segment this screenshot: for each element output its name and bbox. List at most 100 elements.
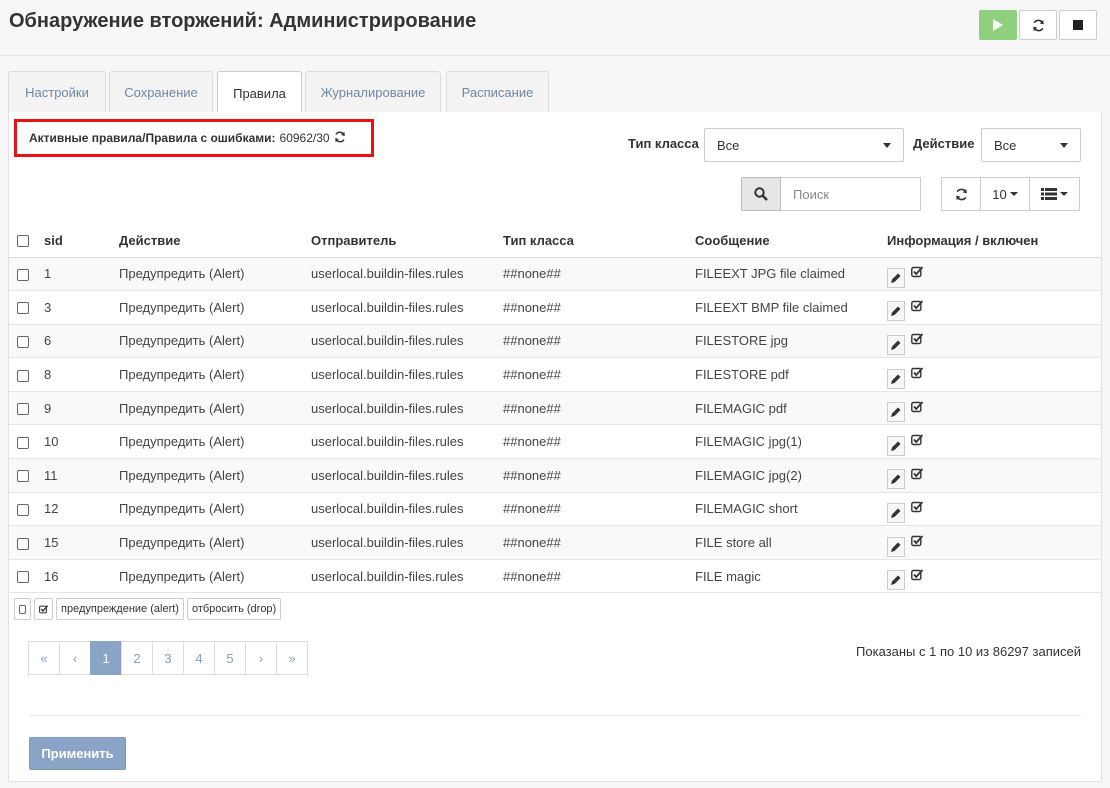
class-type-value: Все xyxy=(717,137,740,153)
refresh-table-button[interactable] xyxy=(941,177,981,211)
page-2[interactable]: 2 xyxy=(121,641,153,675)
check-square-icon[interactable] xyxy=(911,266,924,281)
cell-message: FILEEXT JPG file claimed xyxy=(695,257,887,292)
table-header: sid Действие Отправитель Тип класса Сооб… xyxy=(9,224,1101,258)
table-row[interactable]: 10 Предупредить (Alert) userlocal.buildin-… xyxy=(9,424,1101,460)
row-checkbox[interactable] xyxy=(17,302,29,315)
pagination: « ‹ 1 2 3 4 5 › » xyxy=(28,641,308,675)
edit-icon[interactable] xyxy=(887,368,905,389)
tab-schedule[interactable]: Расписание xyxy=(446,71,549,113)
table-row[interactable]: 11 Предупредить (Alert) userlocal.buildin-… xyxy=(9,458,1101,493)
table-row[interactable]: 15 Предупредить (Alert) userlocal.buildin-… xyxy=(9,525,1101,560)
row-checkbox[interactable] xyxy=(17,571,29,584)
row-checkbox[interactable] xyxy=(17,336,29,349)
cell-message: FILEMAGIC jpg(1) xyxy=(695,424,887,460)
bulk-enable-button[interactable] xyxy=(34,598,53,620)
check-square-icon[interactable] xyxy=(911,401,924,416)
reload-button[interactable] xyxy=(1019,10,1057,40)
cell-message: FILEEXT BMP file claimed xyxy=(695,290,887,325)
edit-icon[interactable] xyxy=(887,435,905,456)
check-square-icon[interactable] xyxy=(911,300,924,315)
bulk-alert-button[interactable]: предупреждение (alert) xyxy=(56,598,184,620)
page-5[interactable]: 5 xyxy=(214,641,246,675)
cell-source: userlocal.buildin-files.rules xyxy=(311,357,503,392)
edit-icon[interactable] xyxy=(887,301,905,322)
cell-action: Предупредить (Alert) xyxy=(119,458,311,493)
check-square-icon[interactable] xyxy=(911,569,924,584)
checkbox-icon xyxy=(19,604,26,614)
check-square-icon[interactable] xyxy=(911,434,924,449)
page-first[interactable]: « xyxy=(28,641,60,675)
search-group xyxy=(741,177,921,211)
edit-icon[interactable] xyxy=(887,469,905,490)
page-3[interactable]: 3 xyxy=(152,641,184,675)
edit-icon[interactable] xyxy=(887,267,905,288)
page-4[interactable]: 4 xyxy=(183,641,215,675)
table-row[interactable]: 16 Предупредить (Alert) userlocal.buildin-… xyxy=(9,559,1101,594)
row-checkbox[interactable] xyxy=(17,504,29,517)
tab-bar: Настройки Сохранение Правила Журналирова… xyxy=(8,71,1102,114)
class-type-label: Тип класса xyxy=(628,136,699,151)
table-row[interactable]: 9 Предупредить (Alert) userlocal.buildin-f… xyxy=(9,391,1101,426)
col-message[interactable]: Сообщение xyxy=(695,224,887,258)
search-input[interactable] xyxy=(781,177,921,211)
row-checkbox[interactable] xyxy=(17,369,29,382)
edit-icon[interactable] xyxy=(887,334,905,355)
row-checkbox[interactable] xyxy=(17,268,29,281)
edit-icon[interactable] xyxy=(887,536,905,557)
list-icon xyxy=(1041,188,1057,200)
apply-button[interactable]: Применить xyxy=(29,737,126,770)
col-info-enabled[interactable]: Информация / включен xyxy=(887,224,1101,258)
page-1[interactable]: 1 xyxy=(90,641,122,675)
chevron-down-icon xyxy=(883,143,891,148)
tab-settings[interactable]: Настройки xyxy=(8,71,106,113)
cell-action: Предупредить (Alert) xyxy=(119,257,311,292)
cell-source: userlocal.buildin-files.rules xyxy=(311,458,503,493)
cell-sid: 10 xyxy=(35,424,119,460)
check-square-icon[interactable] xyxy=(911,535,924,550)
col-action[interactable]: Действие xyxy=(119,224,311,258)
cell-classtype: ##none## xyxy=(503,458,695,493)
row-checkbox[interactable] xyxy=(17,470,29,483)
stop-button[interactable] xyxy=(1059,10,1097,40)
select-all-checkbox[interactable] xyxy=(17,235,29,248)
check-square-icon[interactable] xyxy=(911,468,924,483)
cell-sid: 12 xyxy=(35,492,119,527)
check-square-icon[interactable] xyxy=(911,501,924,516)
table-row[interactable]: 1 Предупредить (Alert) userlocal.buildin-f… xyxy=(9,257,1101,292)
row-checkbox[interactable] xyxy=(17,403,29,416)
tab-logging[interactable]: Журналирование xyxy=(305,71,441,113)
bulk-drop-button[interactable]: отбросить (drop) xyxy=(186,598,282,620)
divider xyxy=(29,715,1081,716)
table-row[interactable]: 3 Предупредить (Alert) userlocal.buildin-f… xyxy=(9,290,1101,325)
table-row[interactable]: 12 Предупредить (Alert) userlocal.buildin-… xyxy=(9,492,1101,527)
edit-icon[interactable] xyxy=(887,402,905,423)
col-sid[interactable]: sid xyxy=(35,224,119,258)
row-checkbox[interactable] xyxy=(17,436,29,449)
col-source[interactable]: Отправитель xyxy=(311,224,503,258)
cell-source: userlocal.buildin-files.rules xyxy=(311,324,503,359)
columns-dropdown[interactable] xyxy=(1029,177,1080,211)
bulk-deselect-button[interactable] xyxy=(14,598,31,620)
start-button[interactable] xyxy=(979,10,1017,40)
table-row[interactable]: 6 Предупредить (Alert) userlocal.buildin-f… xyxy=(9,324,1101,359)
tab-saving[interactable]: Сохранение xyxy=(109,71,213,113)
edit-icon[interactable] xyxy=(887,502,905,523)
check-square-icon[interactable] xyxy=(911,333,924,348)
page-last[interactable]: » xyxy=(276,641,308,675)
edit-icon[interactable] xyxy=(887,570,905,591)
search-button[interactable] xyxy=(741,177,781,211)
table-row[interactable]: 8 Предупредить (Alert) userlocal.buildin-f… xyxy=(9,357,1101,392)
page-prev[interactable]: ‹ xyxy=(59,641,91,675)
row-checkbox[interactable] xyxy=(17,537,29,550)
col-classtype[interactable]: Тип класса xyxy=(503,224,695,258)
page-next[interactable]: › xyxy=(245,641,277,675)
refresh-icon[interactable] xyxy=(334,131,346,146)
tab-rules[interactable]: Правила xyxy=(217,71,302,114)
check-square-icon[interactable] xyxy=(911,367,924,382)
page-size-dropdown[interactable]: 10 xyxy=(980,177,1030,211)
cell-action: Предупредить (Alert) xyxy=(119,290,311,325)
action-select[interactable]: Все xyxy=(981,128,1081,162)
class-type-select[interactable]: Все xyxy=(704,128,904,162)
cell-message: FILE magic xyxy=(695,559,887,594)
